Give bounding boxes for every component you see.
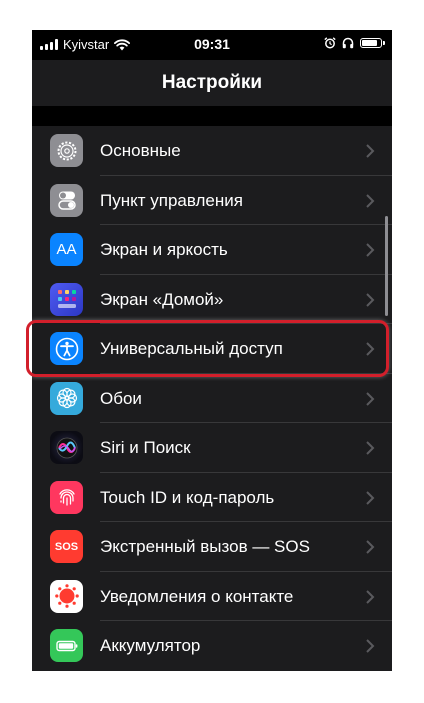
toggle-switches-icon [50, 183, 83, 217]
settings-item-control-center[interactable]: Пункт управления [32, 176, 392, 225]
highlight-frame [26, 320, 389, 377]
siri-orb-icon [50, 431, 83, 464]
settings-list: Основные Пункт управления AA Экран и ярк… [32, 126, 392, 671]
alarm-icon [324, 37, 336, 49]
settings-item-label: Экран «Домой» [100, 289, 224, 309]
settings-item-touch-id[interactable]: Touch ID и код-пароль [32, 473, 392, 522]
settings-item-label: Основные [100, 141, 181, 160]
sos-icon-text: SOS [54, 540, 79, 553]
text-size-aa-icon: AA [50, 233, 83, 266]
settings-item-label: Аккумулятор [100, 636, 201, 655]
chevron-right-icon [366, 540, 375, 554]
settings-item-home-screen[interactable]: Экран «Домой» [32, 275, 392, 324]
chevron-right-icon [366, 193, 375, 208]
settings-item-label: Обои [100, 388, 142, 408]
section-gap [32, 106, 392, 126]
chevron-right-icon [366, 490, 375, 505]
fingerprint-icon [50, 480, 83, 514]
status-right [324, 37, 385, 49]
settings-item-general[interactable]: Основные [32, 126, 392, 176]
settings-item-display[interactable]: AA Экран и яркость [32, 225, 392, 275]
display-icon-text: AA [56, 241, 77, 258]
page-title: Настройки [32, 60, 392, 106]
scroll-indicator[interactable] [385, 216, 388, 316]
sos-icon: SOS [50, 530, 83, 563]
settings-item-label: Экстренный вызов — SOS [100, 537, 310, 556]
chevron-right-icon [366, 292, 375, 307]
settings-item-battery[interactable]: Аккумулятор [32, 621, 392, 671]
chevron-right-icon [366, 589, 375, 604]
chevron-right-icon [366, 639, 375, 653]
flower-icon [50, 381, 83, 415]
settings-item-label: Пункт управления [100, 190, 243, 210]
battery-icon [50, 629, 83, 662]
chevron-right-icon [366, 441, 375, 455]
gear-icon [50, 134, 83, 167]
settings-item-label: Экран и яркость [100, 240, 228, 259]
settings-item-label: Уведомления о контакте [100, 586, 294, 606]
chevron-right-icon [366, 243, 375, 257]
chevron-right-icon [366, 144, 375, 158]
headphones-icon [342, 37, 354, 49]
battery-status-icon [360, 38, 385, 48]
status-bar: Kyivstar 09:31 [32, 30, 392, 60]
chevron-right-icon [366, 391, 375, 406]
settings-item-label: Touch ID и код-пароль [100, 487, 275, 507]
home-screen-grid-icon [50, 282, 83, 316]
settings-item-emergency-sos[interactable]: SOS Экстренный вызов — SOS [32, 522, 392, 572]
settings-item-wallpaper[interactable]: Обои [32, 374, 392, 423]
settings-item-label: Siri и Поиск [100, 438, 191, 457]
exposure-notification-icon [50, 579, 83, 613]
settings-item-exposure-notifications[interactable]: Уведомления о контакте [32, 572, 392, 621]
settings-item-siri[interactable]: Siri и Поиск [32, 423, 392, 473]
